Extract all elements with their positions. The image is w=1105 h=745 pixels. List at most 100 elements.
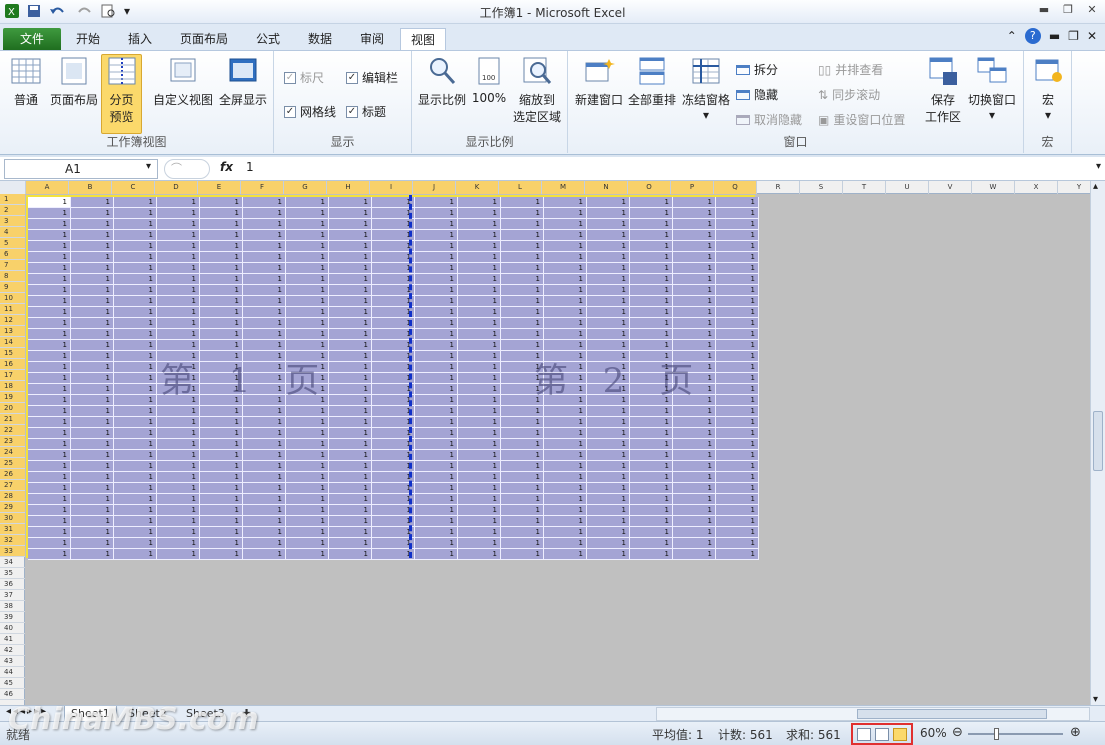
zoom-slider[interactable] xyxy=(968,728,1063,740)
cell[interactable]: 1 xyxy=(28,549,71,560)
cell[interactable]: 1 xyxy=(286,472,329,483)
cell[interactable]: 1 xyxy=(243,230,286,241)
column-header-M[interactable]: M xyxy=(542,181,585,194)
cell[interactable]: 1 xyxy=(157,252,200,263)
cell[interactable]: 1 xyxy=(587,472,630,483)
cell[interactable]: 1 xyxy=(415,527,458,538)
cell[interactable]: 1 xyxy=(114,307,157,318)
cell[interactable]: 1 xyxy=(243,494,286,505)
cell[interactable]: 1 xyxy=(71,362,114,373)
cell[interactable]: 1 xyxy=(243,439,286,450)
row-header-38[interactable]: 38 xyxy=(0,601,25,612)
cell[interactable]: 1 xyxy=(243,527,286,538)
cell[interactable]: 1 xyxy=(544,241,587,252)
cell[interactable]: 1 xyxy=(630,252,673,263)
cell[interactable]: 1 xyxy=(544,483,587,494)
cell[interactable]: 1 xyxy=(716,307,759,318)
cell[interactable]: 1 xyxy=(286,527,329,538)
cell[interactable]: 1 xyxy=(71,439,114,450)
cell[interactable]: 1 xyxy=(415,483,458,494)
cell[interactable]: 1 xyxy=(501,461,544,472)
cell[interactable]: 1 xyxy=(458,252,501,263)
cell[interactable]: 1 xyxy=(501,494,544,505)
cell[interactable]: 1 xyxy=(458,318,501,329)
cell[interactable]: 1 xyxy=(544,263,587,274)
cell[interactable]: 1 xyxy=(243,219,286,230)
cell[interactable]: 1 xyxy=(286,483,329,494)
cell[interactable]: 1 xyxy=(157,505,200,516)
cell[interactable]: 1 xyxy=(415,417,458,428)
cell[interactable]: 1 xyxy=(200,197,243,208)
cell[interactable]: 1 xyxy=(114,439,157,450)
cell[interactable]: 1 xyxy=(28,450,71,461)
cell[interactable]: 1 xyxy=(415,362,458,373)
sync-scroll-button[interactable]: ⇅ 同步滚动 xyxy=(818,86,880,103)
cell[interactable]: 1 xyxy=(673,527,716,538)
cell[interactable]: 1 xyxy=(157,296,200,307)
cell[interactable]: 1 xyxy=(71,384,114,395)
cell[interactable]: 1 xyxy=(114,285,157,296)
cell[interactable]: 1 xyxy=(630,285,673,296)
cell[interactable]: 1 xyxy=(458,428,501,439)
cell[interactable]: 1 xyxy=(329,494,372,505)
column-header-B[interactable]: B xyxy=(69,181,112,194)
cell[interactable]: 1 xyxy=(114,318,157,329)
cell[interactable]: 1 xyxy=(415,197,458,208)
cell[interactable]: 1 xyxy=(329,362,372,373)
cell[interactable]: 1 xyxy=(329,263,372,274)
cell[interactable]: 1 xyxy=(329,516,372,527)
cell[interactable]: 1 xyxy=(243,516,286,527)
cell[interactable]: 1 xyxy=(200,417,243,428)
cell[interactable]: 1 xyxy=(329,395,372,406)
cell[interactable]: 1 xyxy=(28,219,71,230)
cell[interactable]: 1 xyxy=(28,538,71,549)
cell[interactable]: 1 xyxy=(286,230,329,241)
cell[interactable]: 1 xyxy=(587,263,630,274)
cell[interactable]: 1 xyxy=(716,439,759,450)
cell[interactable]: 1 xyxy=(415,219,458,230)
cell[interactable]: 1 xyxy=(71,208,114,219)
cell[interactable]: 1 xyxy=(114,208,157,219)
cell[interactable]: 1 xyxy=(630,296,673,307)
cell[interactable]: 1 xyxy=(71,241,114,252)
cell[interactable]: 1 xyxy=(157,263,200,274)
cell[interactable]: 1 xyxy=(28,340,71,351)
cell[interactable]: 1 xyxy=(329,472,372,483)
cell[interactable]: 1 xyxy=(114,461,157,472)
cell[interactable]: 1 xyxy=(329,219,372,230)
cell[interactable]: 1 xyxy=(673,263,716,274)
cell[interactable]: 1 xyxy=(71,494,114,505)
cell[interactable]: 1 xyxy=(157,494,200,505)
cell[interactable]: 1 xyxy=(329,307,372,318)
cell[interactable]: 1 xyxy=(458,494,501,505)
cell[interactable]: 1 xyxy=(587,417,630,428)
cell[interactable]: 1 xyxy=(673,439,716,450)
row-header-8[interactable]: 8 xyxy=(0,271,25,282)
cell[interactable]: 1 xyxy=(587,208,630,219)
cell[interactable]: 1 xyxy=(200,461,243,472)
tab-page-layout[interactable]: 页面布局 xyxy=(174,28,234,50)
cell[interactable]: 1 xyxy=(716,252,759,263)
reset-position-button[interactable]: ▣ 重设窗口位置 xyxy=(818,111,905,128)
cell[interactable]: 1 xyxy=(673,494,716,505)
cell[interactable]: 1 xyxy=(544,439,587,450)
cell[interactable]: 1 xyxy=(501,505,544,516)
row-header-40[interactable]: 40 xyxy=(0,623,25,634)
cell[interactable]: 1 xyxy=(458,472,501,483)
cell[interactable]: 1 xyxy=(673,230,716,241)
cell[interactable]: 1 xyxy=(415,230,458,241)
cell[interactable]: 1 xyxy=(630,307,673,318)
cell[interactable]: 1 xyxy=(415,516,458,527)
cell[interactable]: 1 xyxy=(200,219,243,230)
cell[interactable]: 1 xyxy=(28,461,71,472)
cell[interactable]: 1 xyxy=(587,241,630,252)
cell[interactable]: 1 xyxy=(501,296,544,307)
cell[interactable]: 1 xyxy=(28,494,71,505)
cell[interactable]: 1 xyxy=(114,296,157,307)
cell[interactable]: 1 xyxy=(716,219,759,230)
cell[interactable]: 1 xyxy=(501,241,544,252)
cell[interactable]: 1 xyxy=(716,208,759,219)
cell[interactable]: 1 xyxy=(114,527,157,538)
cell[interactable]: 1 xyxy=(157,219,200,230)
cell[interactable]: 1 xyxy=(329,318,372,329)
